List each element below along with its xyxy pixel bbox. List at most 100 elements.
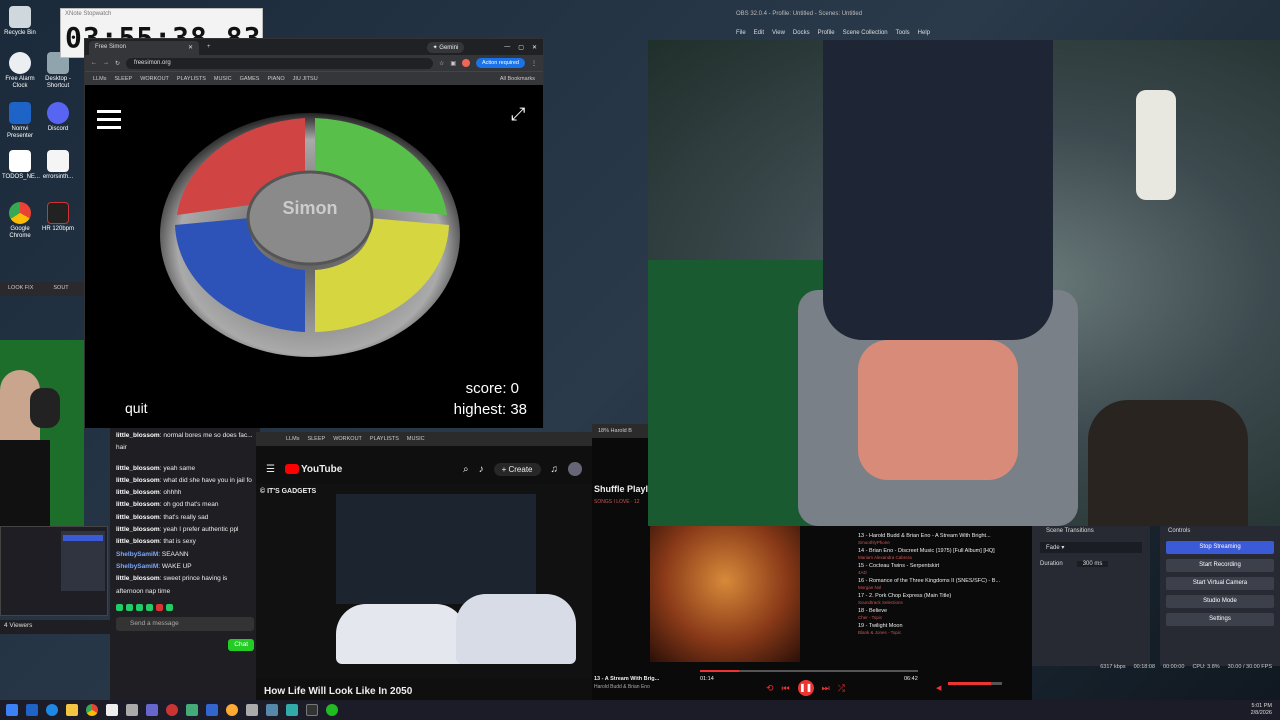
- mic-icon[interactable]: ♪: [479, 464, 484, 475]
- bookmark-workout[interactable]: WORKOUT: [140, 76, 169, 82]
- profile-icon[interactable]: [462, 59, 470, 67]
- create-button[interactable]: + Create: [493, 462, 541, 476]
- system-clock[interactable]: 5:01 PM 2/8/2026: [1251, 703, 1272, 717]
- bookmark-music[interactable]: MUSIC: [214, 76, 232, 82]
- menu-icon[interactable]: ☰: [266, 464, 275, 475]
- notepad-icon[interactable]: [106, 704, 118, 716]
- obs-window[interactable]: OBS 32.0.4 - Profile: Untitled - Scenes:…: [648, 8, 1280, 700]
- chat-message: little_blossom: that is sexy: [116, 538, 196, 546]
- menu-docks[interactable]: Docks: [793, 30, 810, 36]
- chrome-taskbar-icon[interactable]: [86, 704, 98, 716]
- extensions-icon[interactable]: ▣: [450, 60, 456, 67]
- nomvi-presenter-icon[interactable]: Nomvi Presenter: [2, 102, 38, 140]
- music-tab[interactable]: 18% Harold B: [592, 424, 648, 438]
- menu-scene-collection[interactable]: Scene Collection: [843, 30, 888, 36]
- tools-icon[interactable]: [246, 704, 258, 716]
- chrome-desktop-icon[interactable]: Google Chrome: [2, 202, 38, 240]
- vpn-icon[interactable]: [266, 704, 278, 716]
- bookmark-games[interactable]: GAMES: [240, 76, 260, 82]
- menu-dots-icon[interactable]: ⋮: [531, 60, 537, 67]
- fullscreen-icon[interactable]: ⤢: [511, 104, 525, 125]
- recycle-bin-icon[interactable]: Recycle Bin: [2, 6, 38, 37]
- paint-icon[interactable]: [286, 704, 298, 716]
- person-legs: [858, 340, 1018, 480]
- chat-message: little_blossom: normal bores me so does …: [116, 432, 253, 452]
- menu-edit[interactable]: Edit: [754, 30, 764, 36]
- terminal-icon[interactable]: [306, 704, 318, 716]
- star-icon[interactable]: ☆: [439, 60, 444, 67]
- discord-icon[interactable]: Discord: [40, 102, 76, 133]
- reload-icon[interactable]: ↻: [115, 60, 120, 67]
- menu-profile[interactable]: Profile: [818, 30, 835, 36]
- close-window-icon[interactable]: ✕: [532, 44, 537, 51]
- bookmark-llms[interactable]: LLMs: [93, 76, 106, 82]
- start-icon[interactable]: [6, 704, 18, 716]
- file-explorer-icon[interactable]: [66, 704, 78, 716]
- errors-file-icon[interactable]: errorsinth...: [40, 150, 76, 181]
- now-playing-artist: Harold Budd & Brian Eno: [594, 684, 650, 690]
- bookmark-sleep[interactable]: SLEEP: [114, 76, 132, 82]
- spotify-icon[interactable]: [326, 704, 338, 716]
- bookmarks-bar: LLMs SLEEP WORKOUT PLAYLISTS MUSIC GAMES…: [85, 71, 543, 85]
- studio-mode-button[interactable]: Studio Mode: [1166, 595, 1274, 608]
- powershell-icon[interactable]: [206, 704, 218, 716]
- chat-input[interactable]: Send a message: [116, 616, 254, 631]
- left-webcam-preview: [0, 340, 84, 530]
- start-virtual-camera-button[interactable]: Start Virtual Camera: [1166, 577, 1274, 590]
- youtube-logo[interactable]: YouTube: [284, 464, 342, 475]
- bookmark-playlists[interactable]: PLAYLISTS: [177, 76, 206, 82]
- duration-input[interactable]: 300 ms: [1076, 561, 1109, 567]
- quit-button[interactable]: quit: [125, 400, 148, 416]
- edge-icon[interactable]: [46, 704, 58, 716]
- playlist-subtitle: SONGS I LOVE · 12: [594, 499, 640, 505]
- menu-help[interactable]: Help: [918, 30, 930, 36]
- avatar[interactable]: [568, 462, 582, 476]
- minimize-icon[interactable]: —: [504, 44, 510, 50]
- all-bookmarks-link[interactable]: All Bookmarks: [500, 76, 535, 82]
- sneaker-right: [456, 594, 576, 664]
- chat-message: ShelbySamiM: WAKE UP: [116, 562, 192, 570]
- hr-video-icon[interactable]: HR 120bpm: [40, 202, 76, 233]
- app-icon[interactable]: [186, 704, 198, 716]
- maximize-icon[interactable]: ▢: [518, 44, 524, 51]
- webcam-preview: [648, 40, 1280, 526]
- video-player[interactable]: © IT'S GADGETS: [256, 484, 592, 678]
- menu-file[interactable]: File: [736, 30, 746, 36]
- tab-free-simon[interactable]: Free Simon ✕: [89, 41, 199, 55]
- settings-taskbar-icon[interactable]: [146, 704, 158, 716]
- sneaker-left: [336, 604, 466, 664]
- url-field[interactable]: freesimon.org: [126, 57, 433, 69]
- stop-streaming-button[interactable]: Stop Streaming: [1166, 541, 1274, 554]
- chat-send-button[interactable]: Chat: [228, 638, 254, 652]
- gemini-button[interactable]: ✦ Gemini: [426, 41, 465, 53]
- presenter-taskbar-icon[interactable]: [26, 704, 38, 716]
- search-icon[interactable]: ⌕: [463, 464, 469, 475]
- transition-select[interactable]: Fade ▾: [1040, 542, 1142, 553]
- video-title[interactable]: How Life Will Look Like In 2050: [264, 686, 412, 697]
- menu-view[interactable]: View: [772, 30, 785, 36]
- chat-message: little_blossom: ohhhh: [116, 489, 182, 497]
- start-recording-button[interactable]: Start Recording: [1166, 559, 1274, 572]
- browser-window[interactable]: Free Simon ✕ + ✦ Gemini — ▢ ✕ ← → ↻ free…: [84, 38, 544, 428]
- forward-icon[interactable]: →: [103, 60, 109, 66]
- calculator-icon[interactable]: [126, 704, 138, 716]
- bookmark-piano[interactable]: PIANO: [267, 76, 284, 82]
- back-icon[interactable]: ←: [91, 60, 97, 66]
- alarm-clock-icon[interactable]: Free Alarm Clock: [2, 52, 38, 90]
- chat-message: little_blossom: yeah I prefer authentic …: [116, 526, 239, 534]
- menu-tools[interactable]: Tools: [896, 30, 910, 36]
- youtube-window[interactable]: LLMs SLEEP WORKOUT PLAYLISTS MUSIC ☰ You…: [256, 432, 592, 700]
- hamburger-menu-icon[interactable]: [97, 110, 121, 129]
- bell-icon[interactable]: ♫: [551, 464, 559, 475]
- todos-file-icon[interactable]: TODOS_NE...: [2, 150, 40, 181]
- obs-taskbar-icon[interactable]: [166, 704, 178, 716]
- close-tab-icon[interactable]: ✕: [188, 44, 193, 52]
- bookmark-jiu-jitsu[interactable]: JIU JITSU: [293, 76, 318, 82]
- settings-button[interactable]: Settings: [1166, 613, 1274, 626]
- jeans-shape: [336, 494, 536, 604]
- new-tab-icon[interactable]: +: [207, 44, 211, 50]
- tab-strip: Free Simon ✕ + ✦ Gemini — ▢ ✕: [85, 39, 543, 55]
- taskbar: 5:01 PM 2/8/2026: [0, 700, 1280, 720]
- clock-app-icon[interactable]: [226, 704, 238, 716]
- action-required-button[interactable]: Action required: [476, 58, 525, 68]
